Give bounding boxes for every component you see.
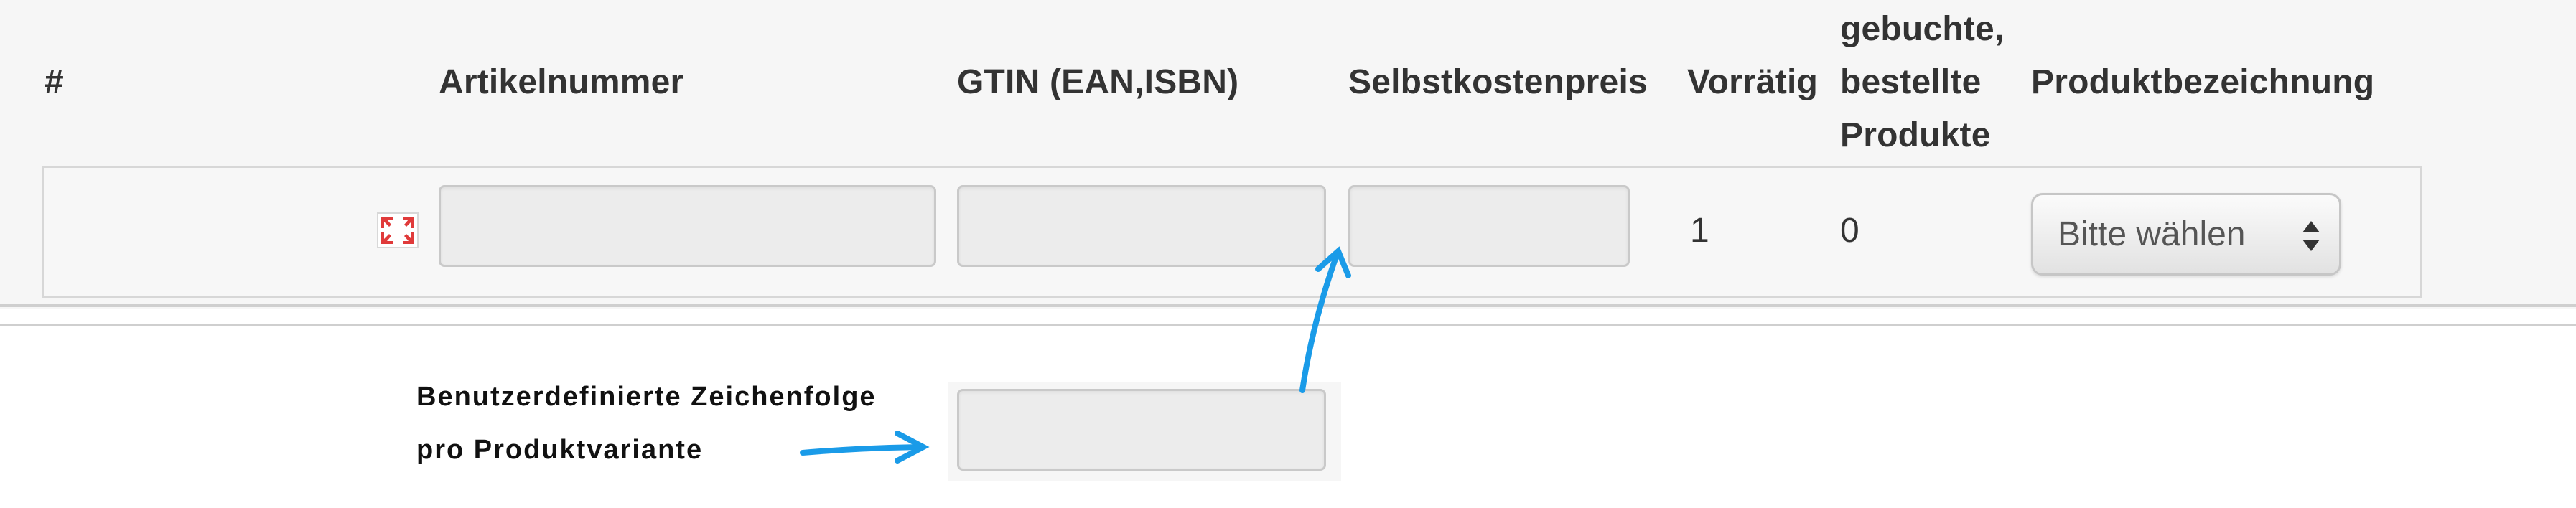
column-header-gtin: GTIN (EAN,ISBN): [957, 63, 1239, 101]
article-number-input[interactable]: [439, 185, 936, 267]
column-header-article-number: Artikelnummer: [439, 63, 684, 101]
column-header-booked-line: gebuchte,: [1840, 10, 2005, 48]
cost-price-input[interactable]: [1348, 185, 1630, 267]
column-header-product-name: Produktbezeichnung: [2031, 63, 2375, 101]
column-header-cost-price: Selbstkostenpreis: [1348, 63, 1648, 101]
annotation-line: Benutzerdefinierte Zeichenfolge: [416, 382, 877, 412]
divider-line: [0, 304, 2576, 307]
column-header-booked-line: Produkte: [1840, 116, 1991, 154]
column-header-booked-line: bestellte: [1840, 63, 1982, 101]
select-updown-icon: [2302, 221, 2320, 251]
divider-line: [0, 324, 2576, 326]
column-header-in-stock: Vorrätig: [1687, 63, 1819, 101]
booked-value: 0: [1840, 212, 1859, 250]
column-header-index: #: [45, 63, 64, 101]
custom-string-input[interactable]: [957, 389, 1326, 471]
product-name-select-value: Bitte wählen: [2058, 215, 2246, 253]
gtin-input[interactable]: [957, 185, 1326, 267]
in-stock-value: 1: [1690, 212, 1709, 250]
broken-image-icon: [377, 212, 419, 248]
product-name-select[interactable]: Bitte wählen: [2031, 193, 2341, 276]
annotation-line: pro Produktvariante: [416, 435, 704, 465]
arrow-to-custom-field: [800, 431, 930, 464]
